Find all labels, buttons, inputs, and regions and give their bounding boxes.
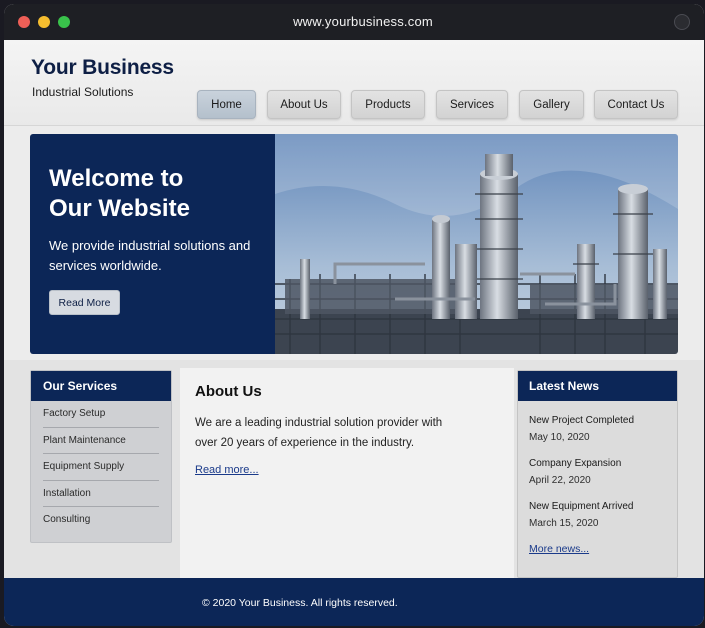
service-link-consulting[interactable]: Consulting [31, 507, 171, 534]
hero-title: Welcome to Our Website [49, 164, 269, 224]
news-item[interactable]: Company Expansion April 22, 2020 [529, 458, 674, 486]
close-window-button[interactable] [18, 16, 30, 28]
about-section: About Us We are a leading industrial sol… [180, 368, 514, 578]
browser-window: www.yourbusiness.com Your Business Indus… [4, 4, 704, 626]
about-heading: About Us [195, 383, 262, 400]
news-title[interactable]: New Project Completed [529, 415, 674, 426]
browser-titlebar: www.yourbusiness.com [4, 4, 704, 40]
hero-banner: Welcome to Our Website We provide indust… [30, 134, 678, 354]
nav-about-us[interactable]: About Us [267, 90, 341, 119]
site-header: Your Business Industrial Solutions Home … [4, 40, 704, 126]
more-news-link[interactable]: More news... [529, 543, 589, 555]
nav-products[interactable]: Products [351, 90, 425, 119]
brand-title[interactable]: Your Business [31, 56, 174, 80]
brand-subtitle: Industrial Solutions [32, 85, 134, 99]
industrial-plant-image [275, 134, 678, 354]
news-item[interactable]: New Project Completed May 10, 2020 [529, 415, 674, 443]
nav-services[interactable]: Services [436, 90, 508, 119]
read-more-button[interactable]: Read More [49, 290, 120, 315]
services-heading: Our Services [31, 371, 171, 401]
hero-description: We provide industrial solutions and serv… [49, 238, 251, 273]
about-read-more-link[interactable]: Read more... [195, 464, 259, 476]
nav-home[interactable]: Home [197, 90, 256, 119]
browser-menu-icon[interactable] [674, 14, 690, 30]
news-date: March 15, 2020 [529, 518, 599, 529]
hero-text-panel: Welcome to Our Website We provide indust… [30, 134, 275, 354]
latest-news-panel: Latest News New Project Completed May 10… [517, 370, 678, 578]
main-content-area: Our Services Factory Setup Plant Mainten… [4, 360, 704, 578]
hero-title-line-1: Welcome to [49, 165, 184, 192]
address-bar[interactable]: www.yourbusiness.com [204, 10, 522, 34]
news-date: April 22, 2020 [529, 475, 591, 486]
news-title[interactable]: New Equipment Arrived [529, 501, 674, 512]
copyright-text: © 2020 Your Business. All rights reserve… [202, 597, 398, 609]
site-footer: © 2020 Your Business. All rights reserve… [4, 578, 704, 626]
maximize-window-button[interactable] [58, 16, 70, 28]
news-title[interactable]: Company Expansion [529, 458, 674, 469]
about-text: We are a leading industrial solution pro… [195, 417, 443, 449]
news-heading: Latest News [518, 371, 677, 401]
minimize-window-button[interactable] [38, 16, 50, 28]
hero-title-line-2: Our Website [49, 195, 190, 222]
service-link-equipment-supply[interactable]: Equipment Supply [31, 454, 171, 481]
services-sidebar: Our Services Factory Setup Plant Mainten… [30, 370, 172, 543]
news-date: May 10, 2020 [529, 432, 590, 443]
nav-gallery[interactable]: Gallery [519, 90, 584, 119]
nav-contact-us[interactable]: Contact Us [594, 90, 678, 119]
service-link-factory-setup[interactable]: Factory Setup [31, 401, 171, 428]
service-link-plant-maintenance[interactable]: Plant Maintenance [31, 428, 171, 455]
news-item[interactable]: New Equipment Arrived March 15, 2020 [529, 501, 674, 529]
service-link-installation[interactable]: Installation [31, 481, 171, 508]
